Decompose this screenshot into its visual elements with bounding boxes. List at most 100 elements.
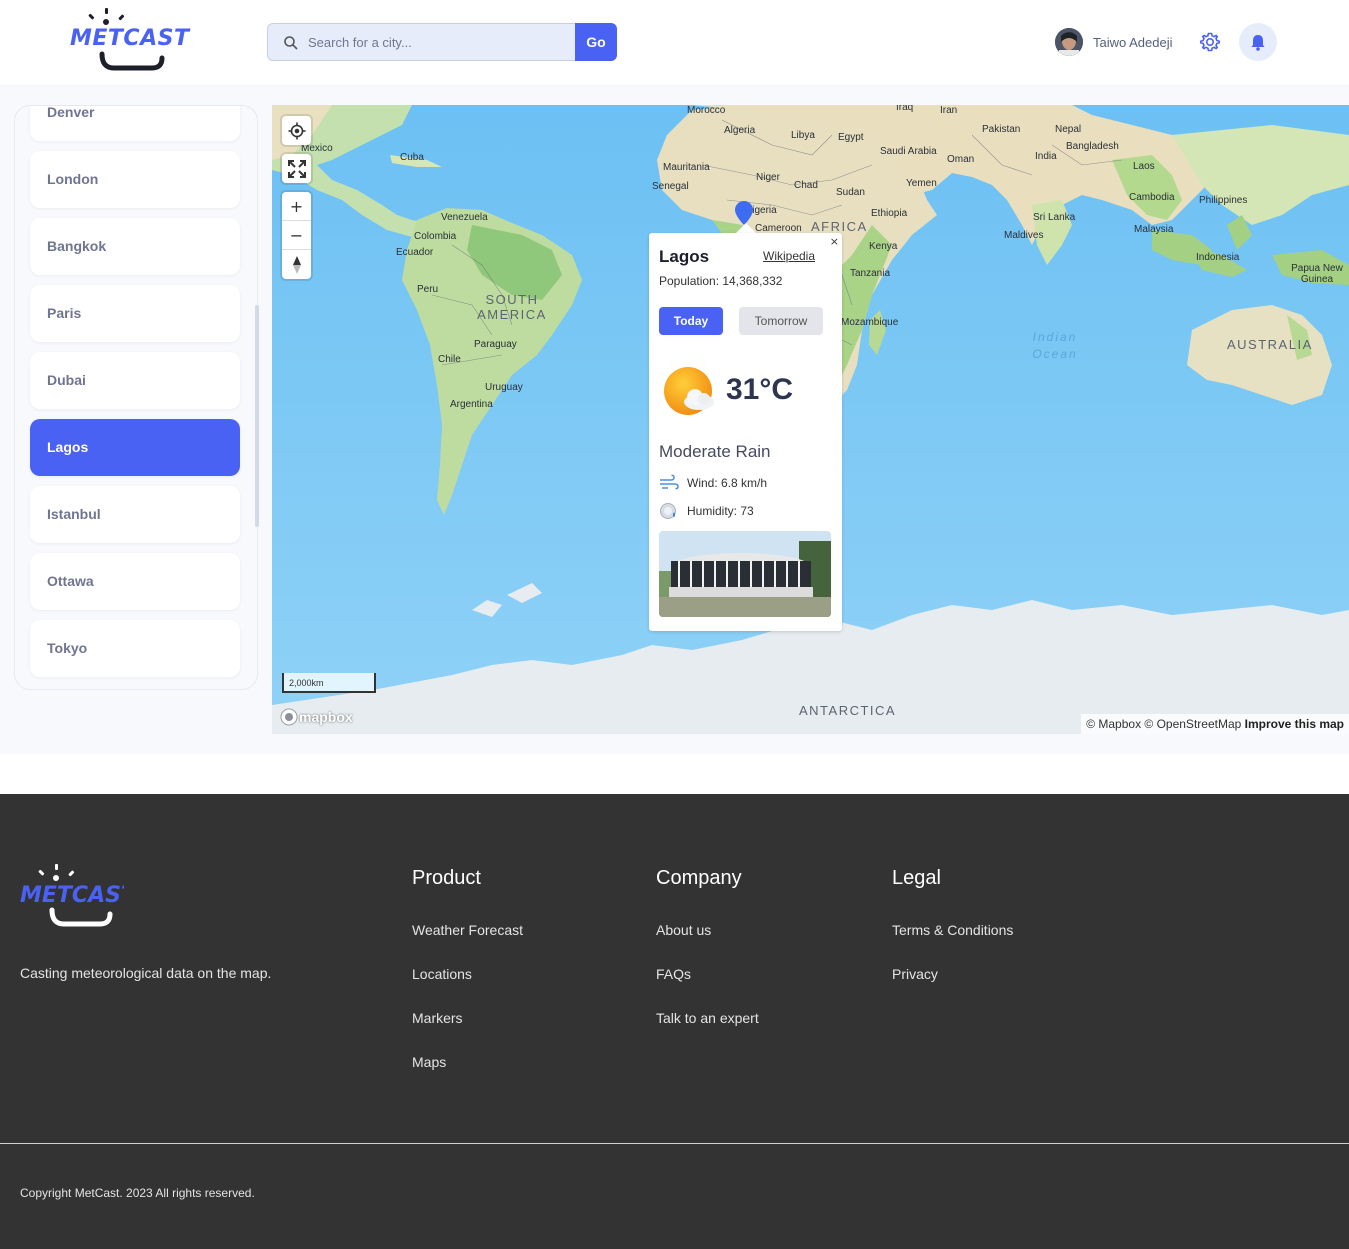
map-marker-icon[interactable]	[735, 201, 753, 225]
avatar[interactable]	[1055, 28, 1083, 56]
map-label-colombia: Colombia	[414, 231, 457, 242]
fullscreen-control[interactable]	[282, 154, 311, 183]
map-label-algeria: Algeria	[724, 125, 756, 136]
map-label-sudan: Sudan	[836, 187, 865, 198]
map-label-indian-ocean: Indian Ocean	[1032, 330, 1078, 361]
wind-value: 6.8 km/h	[721, 476, 768, 490]
footer-link-markers[interactable]: Markers	[412, 1010, 463, 1026]
map-scale: 2,000km	[282, 673, 376, 693]
notifications-button[interactable]	[1239, 23, 1277, 61]
footer-divider	[0, 1143, 1349, 1144]
wikipedia-link[interactable]: Wikipedia	[763, 249, 815, 263]
map-label-oman: Oman	[947, 154, 975, 165]
mapbox-label: mapbox	[299, 709, 353, 725]
map-label-south-america: SOUTH AMERICA	[477, 292, 547, 322]
city-item-denver[interactable]: Denver	[30, 106, 240, 141]
map-label-ecuador: Ecuador	[396, 247, 434, 258]
map-label-morocco: Morocco	[687, 105, 726, 116]
humidity-value: 73	[740, 504, 754, 518]
bell-icon	[1251, 35, 1265, 51]
map-label-maldives: Maldives	[1004, 230, 1044, 241]
city-item-dubai[interactable]: Dubai	[30, 352, 240, 409]
map-label-nepal: Nepal	[1055, 124, 1082, 135]
city-list-scrollbar[interactable]	[255, 305, 259, 527]
footer-link-maps[interactable]: Maps	[412, 1054, 446, 1070]
footer-link-about-us[interactable]: About us	[656, 922, 711, 938]
gear-icon[interactable]	[1198, 30, 1222, 54]
wind-icon	[660, 474, 679, 490]
footer-link-weather-forecast[interactable]: Weather Forecast	[412, 922, 523, 938]
tomorrow-button[interactable]: Tomorrow	[739, 307, 823, 335]
map-label-srilanka: Sri Lanka	[1033, 212, 1076, 223]
map-label-mozambique: Mozambique	[841, 317, 899, 328]
city-item-paris[interactable]: Paris	[30, 285, 240, 342]
search-field[interactable]	[267, 23, 577, 61]
footer-col-title-product: Product	[412, 867, 481, 889]
user-profile[interactable]: Taiwo Adedeji	[1055, 27, 1173, 57]
popup-city-name: Lagos	[659, 247, 710, 266]
popup-population: Population: 14,368,332	[659, 274, 783, 288]
map-label-philippines: Philippines	[1199, 195, 1248, 206]
footer-logo[interactable]: METCAST	[20, 862, 138, 928]
go-button[interactable]: Go	[575, 23, 617, 61]
metcast-logo[interactable]: METCAST	[70, 8, 189, 72]
footer-tagline: Casting meteorological data on the map.	[20, 965, 272, 981]
city-item-istanbul[interactable]: Istanbul	[30, 486, 240, 543]
map-label-libya: Libya	[791, 130, 815, 141]
footer-brand-name: METCAST	[20, 883, 124, 908]
navigation-control[interactable]: + −	[282, 192, 311, 279]
improve-map-link[interactable]: Improve this map	[1245, 717, 1344, 731]
brand-name: METCAST	[70, 26, 190, 51]
footer-link-talk-to-expert[interactable]: Talk to an expert	[656, 1010, 759, 1026]
geolocate-button[interactable]	[282, 116, 311, 145]
city-list[interactable]: Denver London Bangkok Paris Dubai Lagos …	[14, 105, 258, 690]
city-item-london[interactable]: London	[30, 151, 240, 208]
city-item-lagos[interactable]: Lagos	[30, 419, 240, 476]
city-item-bangkok[interactable]: Bangkok	[30, 218, 240, 275]
geolocate-control[interactable]	[282, 116, 311, 145]
map-label-argentina: Argentina	[450, 399, 493, 410]
mapbox-logo[interactable]: mapbox	[279, 707, 353, 727]
map-label-egypt: Egypt	[838, 132, 864, 143]
map-label-senegal: Senegal	[652, 181, 689, 192]
zoom-in-button[interactable]: +	[282, 192, 311, 221]
user-name: Taiwo Adedeji	[1093, 34, 1173, 50]
footer-link-privacy[interactable]: Privacy	[892, 966, 938, 982]
footer: METCAST Casting meteorological data on t…	[0, 794, 1349, 1249]
map-label-cuba: Cuba	[400, 152, 424, 163]
city-item-ottawa[interactable]: Ottawa	[30, 553, 240, 610]
copyright: Copyright MetCast. 2023 All rights reser…	[20, 1186, 255, 1200]
map-label-africa: AFRICA	[811, 219, 868, 234]
city-landmark-photo	[659, 531, 831, 617]
map-label-iraq: Iraq	[896, 105, 914, 113]
locate-icon	[288, 122, 305, 139]
map-label-tanzania: Tanzania	[850, 268, 891, 279]
attribution-text[interactable]: © Mapbox © OpenStreetMap	[1086, 717, 1241, 731]
footer-link-terms[interactable]: Terms & Conditions	[892, 922, 1013, 938]
map-label-niger: Niger	[756, 172, 780, 183]
today-button[interactable]: Today	[659, 307, 723, 335]
zoom-out-button[interactable]: −	[282, 221, 311, 250]
fullscreen-button[interactable]	[282, 154, 311, 183]
footer-link-faqs[interactable]: FAQs	[656, 966, 691, 982]
wind-stat: Wind: 6.8 km/h	[659, 474, 767, 492]
map-label-paraguay: Paraguay	[474, 339, 517, 350]
sun-logo-icon: METCAST	[20, 864, 138, 927]
footer-col-title-company: Company	[656, 867, 742, 889]
fullscreen-icon	[287, 159, 306, 178]
compass-button[interactable]	[282, 250, 311, 279]
map-label-ethiopia: Ethiopia	[871, 208, 908, 219]
popup-close-button[interactable]: ×	[830, 235, 839, 248]
search-input[interactable]	[308, 24, 573, 60]
weather-condition: Moderate Rain	[659, 442, 771, 461]
map-attribution: © Mapbox © OpenStreetMap Improve this ma…	[1081, 714, 1349, 734]
humidity-stat: Humidity: 73	[659, 502, 754, 520]
map-label-australia: AUSTRALIA	[1227, 337, 1313, 352]
map-label-yemen: Yemen	[906, 178, 937, 189]
city-item-tokyo[interactable]: Tokyo	[30, 620, 240, 677]
world-map[interactable]: Morocco Algeria Libya Egypt Iraq Iran Pa…	[272, 105, 1349, 734]
map-label-mauritania: Mauritania	[663, 162, 710, 173]
partly-cloudy-sun-icon	[664, 367, 714, 415]
temperature: 31°C	[726, 373, 794, 406]
footer-link-locations[interactable]: Locations	[412, 966, 472, 982]
